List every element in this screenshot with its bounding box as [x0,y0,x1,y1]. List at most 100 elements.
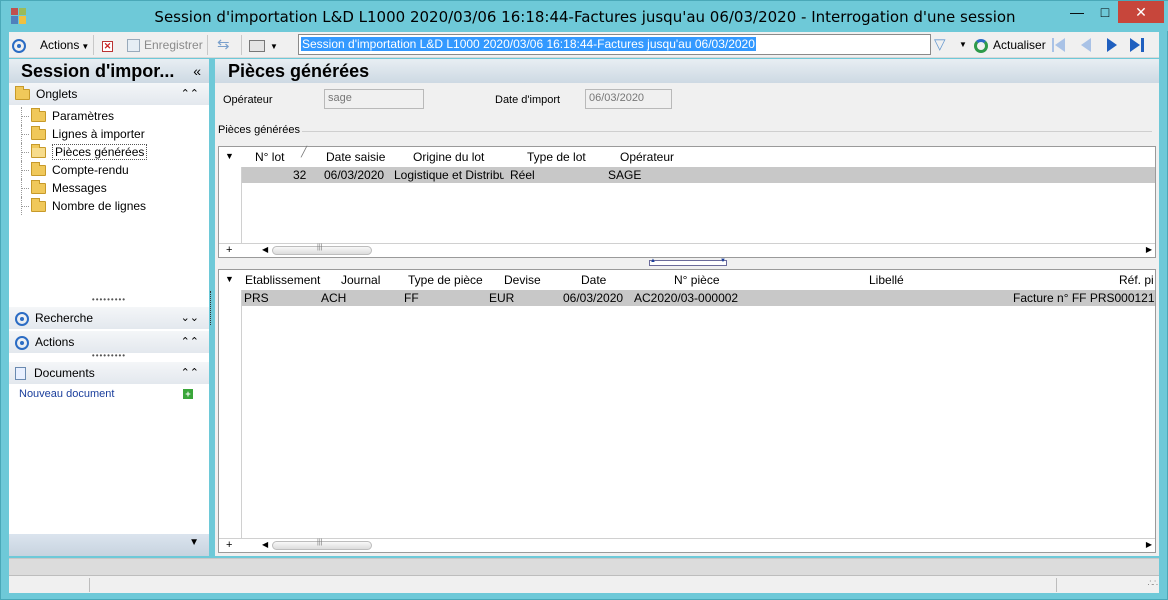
column-menu-icon[interactable]: ▼ [225,151,234,161]
refresh-icon [974,38,988,53]
search-section-label: Recherche [35,311,94,325]
col-header[interactable]: Etablissement [245,273,320,287]
expand-icon[interactable]: + [226,244,232,256]
tab-messages[interactable]: Messages [9,179,209,197]
save-button[interactable]: Enregistrer [127,35,203,55]
cell-operator: SAGE [608,168,642,182]
scroll-left-icon[interactable]: ◀ [262,245,268,254]
col-header[interactable]: Type de pièce [408,273,483,287]
col-header[interactable]: Date saisie [326,150,385,164]
chevron-up-icon[interactable]: ⌃⌃ [181,83,199,105]
scroll-right-icon[interactable]: ▶ [1146,540,1152,549]
last-record-icon[interactable] [1130,38,1144,52]
search-input[interactable]: Session d'importation L&D L1000 2020/03/… [298,34,931,55]
col-header[interactable]: N° pièce [674,273,720,287]
page-title: Pièces générées [215,59,1159,83]
lots-grid-header: ▼ N° lot ╱ Date saisie Origine du lot Ty… [219,147,1155,167]
minimize-button[interactable]: — [1064,1,1090,23]
pieces-grid: ▼ Etablissement Journal Type de pièce De… [218,269,1156,553]
filter-dropdown-icon[interactable]: ▼ [959,35,967,55]
folder-icon [31,108,46,123]
toolbar: Actions ▼ ✕ Enregistrer ⇆ ▼ Session d'imp… [9,32,1159,58]
tab-lignes-a-importer[interactable]: Lignes à importer [9,125,209,143]
first-record-icon[interactable] [1052,38,1066,52]
filter-icon[interactable]: ▽ [934,35,946,55]
tab-label: Nombre de lignes [52,199,147,213]
tab-nombre-de-lignes[interactable]: Nombre de lignes [9,197,209,215]
add-icon[interactable]: + [183,389,193,399]
lower-sections: ••••••••• Recherche ⌄⌄ Actions ⌃⌃ ••••••… [9,296,209,404]
new-document-link[interactable]: Nouveau document + [9,384,209,404]
col-header[interactable]: Origine du lot [413,150,484,164]
sync-icon[interactable]: ⇆ [217,35,230,55]
table-row[interactable]: 32 06/03/2020 Logistique et Distribution… [242,167,1155,183]
next-record-icon[interactable] [1105,38,1119,52]
actions-section-icon [15,335,29,350]
chevron-up-icon[interactable]: ⌃⌃ [181,331,199,353]
window-title: Session d'importation L&D L1000 2020/03/… [154,8,1016,26]
scroll-left-icon[interactable]: ◀ [262,540,268,549]
save-button-label: Enregistrer [144,38,203,52]
pieces-grid-header: ▼ Etablissement Journal Type de pièce De… [219,270,1155,290]
collapse-panel-icon[interactable]: « [193,59,201,83]
cell-origin: Logistique et Distribution [394,168,504,182]
scrollbar-thumb[interactable] [272,244,372,255]
status-panel [89,578,90,592]
delete-icon[interactable]: ✕ [102,35,113,55]
col-header[interactable]: Libellé [869,273,904,287]
refresh-button[interactable]: Actualiser [974,35,1046,55]
panel-splitter[interactable] [210,291,213,325]
operator-field: sage [324,89,424,109]
folder-icon [15,86,30,101]
previous-record-icon[interactable] [1079,38,1093,52]
actions-section-label: Actions [35,335,75,349]
tab-label: Paramètres [52,109,115,123]
tab-pieces-generees[interactable]: Pièces générées [9,143,209,161]
print-button[interactable]: ▼ [249,35,278,55]
chevron-down-icon[interactable]: ⌄⌄ [181,307,199,329]
search-section-header[interactable]: Recherche ⌄⌄ [9,307,209,329]
bottom-bar [9,558,1159,575]
chevron-up-icon[interactable]: ⌃⌃ [181,362,199,384]
tabs-section-header[interactable]: Onglets ⌃⌃ [9,83,209,105]
chevron-down-icon[interactable]: ▼ [189,537,199,548]
cell-date: 06/03/2020 [563,291,624,305]
maximize-button[interactable]: □ [1092,1,1118,23]
grid-splitter[interactable]: ▲ ▼ [649,258,727,266]
scroll-right-icon[interactable]: ▶ [1146,245,1152,254]
sort-icon[interactable]: ╱ [301,147,307,158]
actions-section-header[interactable]: Actions ⌃⌃ [9,331,209,353]
actions-menu-button[interactable]: Actions ▼ [40,35,89,55]
navigation-icon[interactable] [12,35,26,55]
horizontal-scrollbar[interactable]: + ◀ ▶ [219,538,1155,552]
search-section-icon [15,311,29,326]
documents-section-header[interactable]: Documents ⌃⌃ [9,362,209,384]
row-gutter [219,270,242,552]
resize-grip-icon[interactable]: ∴∴ [1148,578,1159,589]
col-header[interactable]: N° lot [255,150,284,164]
col-header[interactable]: Opérateur [620,150,674,164]
left-panel-header: Session d'impor... « [9,59,209,83]
search-input-value: Session d'importation L&D L1000 2020/03/… [301,37,756,51]
column-menu-icon[interactable]: ▼ [225,274,234,284]
col-header[interactable]: Date [581,273,606,287]
document-icon [15,367,26,381]
import-date-label: Date d'import [495,94,561,106]
operator-label: Opérateur [223,94,273,106]
cell-type: Réel [510,168,535,182]
close-button[interactable]: ✕ [1118,1,1164,23]
resize-grip[interactable]: ••••••••• [9,296,209,305]
col-header[interactable]: Devise [504,273,541,287]
title-bar: Session d'importation L&D L1000 2020/03/… [1,1,1168,31]
table-row[interactable]: PRS ACH FF EUR 06/03/2020 AC2020/03-0000… [242,290,1155,306]
tab-parametres[interactable]: Paramètres [9,107,209,125]
col-header[interactable]: Réf. pi [1119,273,1154,287]
col-header[interactable]: Type de lot [527,150,586,164]
status-panel [1056,578,1057,592]
scrollbar-thumb[interactable] [272,539,372,550]
resize-grip[interactable]: ••••••••• [9,352,209,361]
expand-icon[interactable]: + [226,539,232,551]
col-header[interactable]: Journal [341,273,380,287]
tab-compte-rendu[interactable]: Compte-rendu [9,161,209,179]
horizontal-scrollbar[interactable]: + ◀ ▶ [219,243,1155,257]
